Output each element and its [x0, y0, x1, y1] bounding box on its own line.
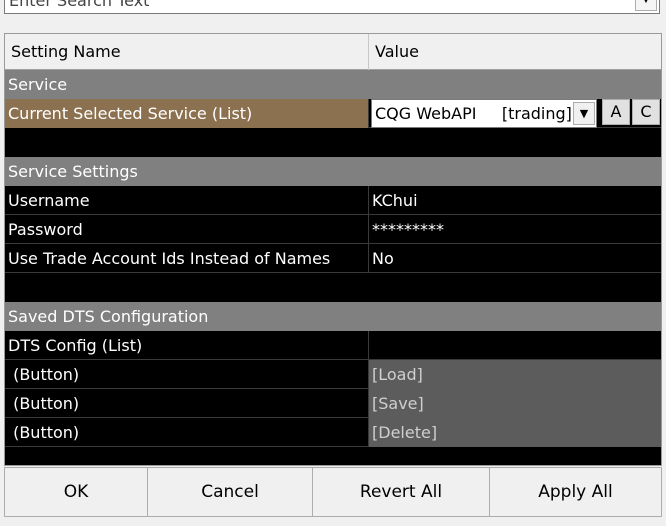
- service-c-button[interactable]: C: [632, 99, 660, 125]
- setting-name: Password: [5, 215, 369, 244]
- table-row-load[interactable]: (Button) [Load]: [5, 360, 661, 389]
- save-button[interactable]: [Save]: [369, 389, 661, 418]
- setting-name: DTS Config (List): [5, 331, 369, 360]
- cancel-button[interactable]: Cancel: [147, 467, 313, 517]
- username-value[interactable]: KChui: [369, 186, 661, 215]
- dialog-buttons: OK Cancel Revert All Apply All: [4, 467, 662, 517]
- spacer-row: [5, 273, 661, 302]
- table-row-username[interactable]: Username KChui: [5, 186, 661, 215]
- password-value[interactable]: *********: [369, 215, 661, 244]
- section-label: Service: [8, 75, 68, 94]
- section-service-settings[interactable]: Service Settings: [5, 157, 661, 186]
- setting-name: (Button): [5, 360, 369, 389]
- service-a-button[interactable]: A: [602, 99, 630, 125]
- ok-button[interactable]: OK: [4, 467, 148, 517]
- revert-all-button[interactable]: Revert All: [312, 467, 490, 517]
- table-row-use-account-ids[interactable]: Use Trade Account Ids Instead of Names N…: [5, 244, 661, 273]
- section-service[interactable]: Service: [5, 70, 661, 99]
- service-select-value: CQG WebAPI [trading]: [375, 104, 572, 123]
- service-editor: CQG WebAPI [trading] ▼ A C: [369, 99, 661, 128]
- spacer-row: [5, 128, 661, 157]
- section-label: Service Settings: [8, 162, 138, 181]
- chevron-down-icon: ▼: [579, 107, 589, 120]
- chevron-down-icon: ▼: [642, 0, 650, 5]
- setting-name: Use Trade Account Ids Instead of Names: [5, 244, 369, 273]
- table-row-current-service[interactable]: Current Selected Service (List) CQG WebA…: [5, 99, 661, 128]
- setting-name: (Button): [5, 418, 369, 447]
- setting-name: (Button): [5, 389, 369, 418]
- setting-name: Username: [5, 186, 369, 215]
- table-row-password[interactable]: Password *********: [5, 215, 661, 244]
- use-account-ids-value[interactable]: No: [369, 244, 661, 273]
- table-row-dts-config[interactable]: DTS Config (List): [5, 331, 661, 360]
- table-row-delete[interactable]: (Button) [Delete]: [5, 418, 661, 447]
- apply-all-button[interactable]: Apply All: [489, 467, 662, 517]
- column-header-setting-name[interactable]: Setting Name: [5, 34, 369, 70]
- section-label: Saved DTS Configuration: [8, 307, 209, 326]
- grid-header: Setting Name Value: [5, 34, 661, 70]
- dts-config-value[interactable]: [369, 331, 661, 360]
- delete-button[interactable]: [Delete]: [369, 418, 661, 447]
- service-select[interactable]: CQG WebAPI [trading] ▼: [371, 99, 597, 128]
- service-dropdown-button[interactable]: ▼: [573, 102, 595, 125]
- search-box[interactable]: ▼: [4, 0, 660, 14]
- load-button[interactable]: [Load]: [369, 360, 661, 389]
- search-dropdown-button[interactable]: ▼: [635, 0, 657, 11]
- settings-grid: Setting Name Value Service Current Selec…: [4, 33, 662, 466]
- setting-name[interactable]: Current Selected Service (List): [5, 99, 369, 128]
- section-saved-dts-configuration[interactable]: Saved DTS Configuration: [5, 302, 661, 331]
- column-header-value[interactable]: Value: [369, 34, 661, 70]
- table-row-save[interactable]: (Button) [Save]: [5, 389, 661, 418]
- search-input[interactable]: [5, 0, 629, 13]
